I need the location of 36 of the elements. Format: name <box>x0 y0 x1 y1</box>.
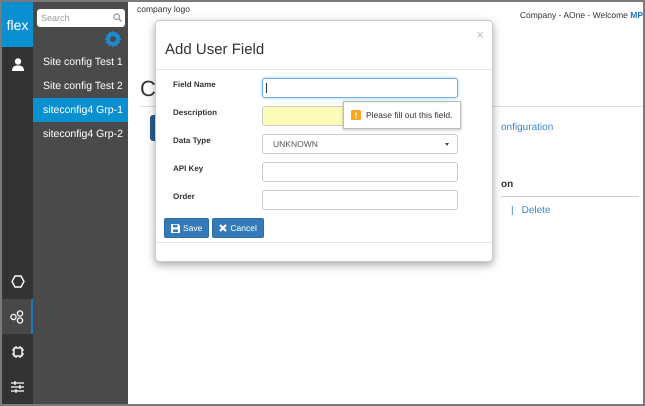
sliders-icon <box>11 380 24 392</box>
save-button[interactable]: Save <box>164 218 210 238</box>
input-field[interactable] <box>262 190 458 210</box>
modal-title: Add User Field <box>165 40 264 58</box>
nodes-icon <box>10 310 24 324</box>
floppy-icon <box>171 224 180 232</box>
field-label: Order <box>172 191 196 203</box>
field-label: Data Type <box>172 135 212 147</box>
sidebar-item[interactable]: siteconfig4 Grp-1 <box>33 98 128 122</box>
search-field[interactable]: Search <box>37 9 125 27</box>
tooltip-text: Please fill out this field. <box>366 110 452 120</box>
delete-link[interactable]: Delete <box>522 205 551 216</box>
chip-icon <box>10 344 24 358</box>
logo: flex <box>2 2 33 47</box>
cancel-button[interactable]: Cancel <box>212 218 264 238</box>
company-logo-text: company logo <box>137 4 190 16</box>
select-field[interactable]: UNKNOWN <box>262 134 458 154</box>
separator-text: | <box>511 205 514 216</box>
cross-icon <box>219 224 228 232</box>
caret-icon <box>445 142 449 146</box>
field-label: Description <box>172 107 218 119</box>
sidebar-item[interactable]: Site config Test 1 <box>33 50 128 74</box>
column-header: on <box>501 179 514 190</box>
sidebar-item[interactable]: siteconfig4 Grp-2 <box>33 122 128 146</box>
configuration-link[interactable]: onfiguration <box>501 122 554 133</box>
input-field[interactable] <box>262 162 458 182</box>
sidebar-item[interactable]: Site config Test 2 <box>33 74 128 98</box>
search-icon <box>113 12 122 22</box>
welcome-text: Company - AOne - Welcome MP <box>520 9 643 20</box>
field-label: API Key <box>172 163 204 175</box>
warning-badge: ! <box>351 110 361 120</box>
page-heading: C <box>140 78 156 100</box>
user-icon <box>12 58 24 71</box>
hexagon-icon <box>10 275 24 288</box>
input-field[interactable] <box>262 78 458 98</box>
field-label: Field Name <box>172 79 217 91</box>
